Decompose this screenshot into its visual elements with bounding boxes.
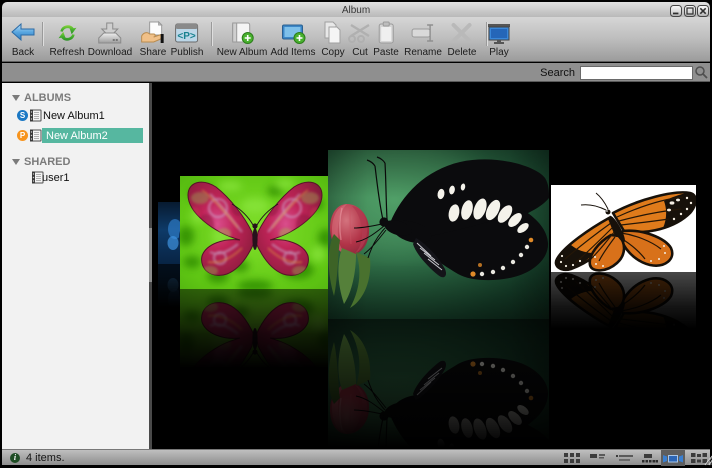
svg-text:<P>: <P> xyxy=(178,31,197,42)
